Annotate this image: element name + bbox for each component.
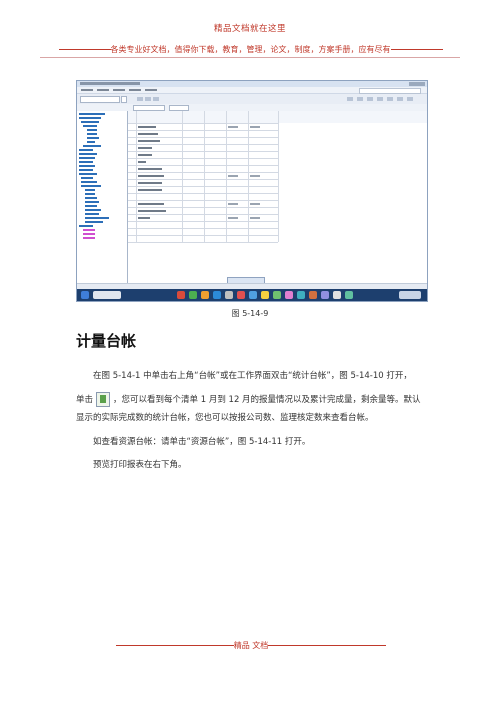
header-banner-text: 各类专业好文档，值得你下载，教育，管理，论文，制度，方案手册，应有尽有 (110, 45, 391, 54)
footer-text: 精品 文档 (233, 641, 269, 650)
paragraph-1: 在图 5-14-1 中单击右上角“台帐”或在工作界面双击“统计台帐”，图 5-1… (93, 371, 412, 381)
window-controls (409, 82, 425, 86)
embedded-screenshot (76, 80, 428, 302)
header-banner: 各类专业好文档，值得你下载，教育，管理，论文，制度，方案手册，应有尽有 (28, 44, 473, 55)
figure-caption: 图 5-14-9 (231, 309, 269, 318)
header-top-text: 精品文档就在这里 (213, 24, 286, 34)
footer: 精品 文档 (86, 640, 416, 651)
paragraph-2-lead: 单击 (76, 395, 94, 405)
paragraph-3: 如查看资源台帐：请单击“资源台帐”，图 5-14-11 打开。 (93, 437, 311, 447)
section-title: 计量台帐 (76, 332, 137, 350)
ledger-table-area (128, 111, 427, 283)
ledger-icon (96, 392, 111, 407)
taskbar (77, 289, 427, 301)
tree-sidebar (77, 111, 128, 283)
header-rule (40, 57, 460, 58)
paragraph-2-body: ，您可以看到每个清单 1 月到 12 月的报量情况以及累计完成量，剩余量等。默认… (76, 395, 421, 423)
paragraph-2: 单击 ，您可以看到每个清单 1 月到 12 月的报量情况以及累计完成量，剩余量等。… (76, 391, 428, 427)
paragraph-4: 预览打印报表在右下角。 (93, 460, 187, 470)
